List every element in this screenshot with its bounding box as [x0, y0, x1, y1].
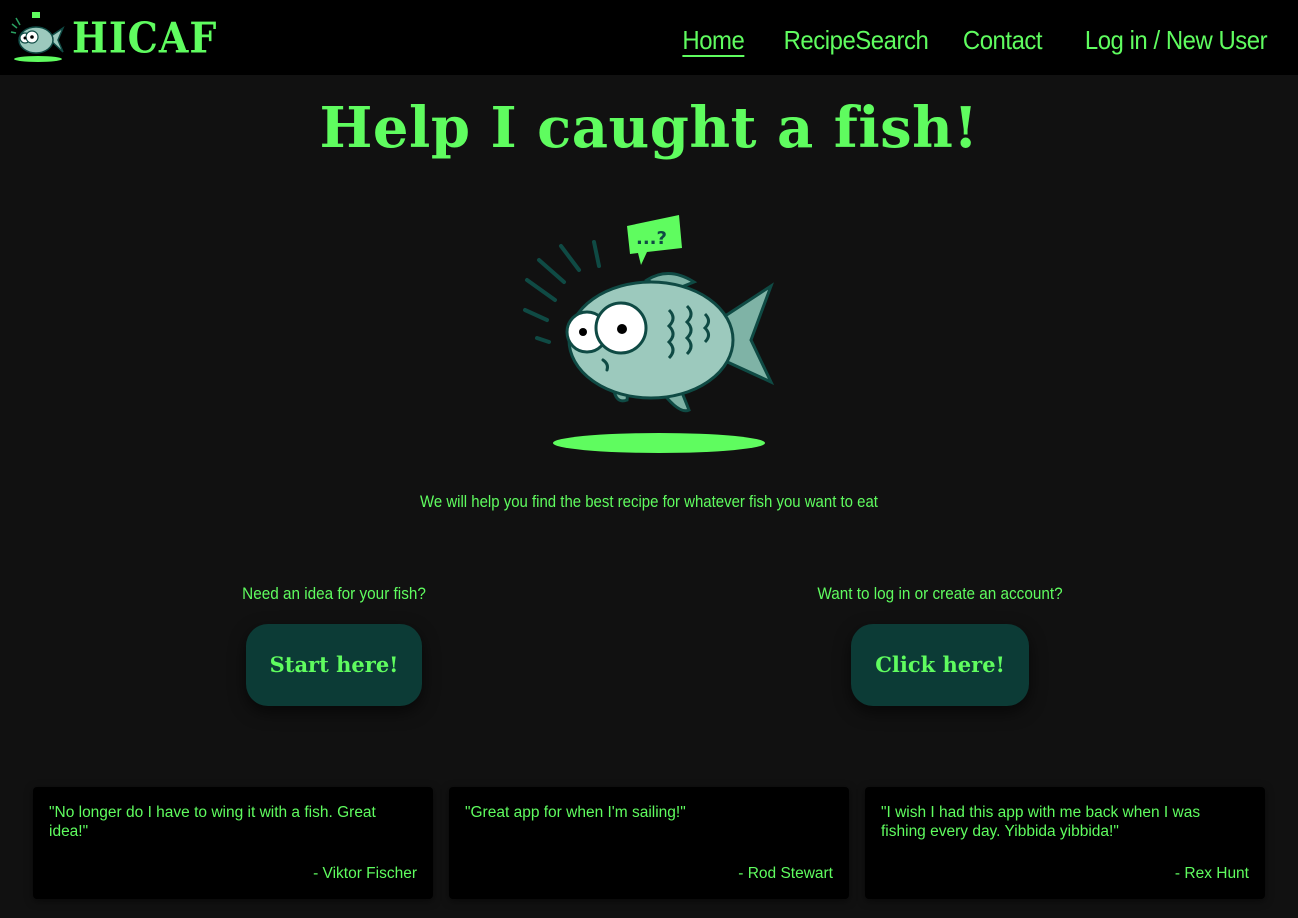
nav-link-home[interactable]: Home: [682, 20, 744, 60]
testimonial-card: "I wish I had this app with me back when…: [865, 787, 1265, 899]
click-here-button[interactable]: Click here!: [851, 624, 1029, 706]
cta-login-section: Want to log in or create an account? Cli…: [740, 582, 1140, 706]
speech-bubble-text: ...?: [636, 228, 667, 249]
nav-links: Home RecipeSearch Contact Log in / New U…: [677, 20, 1267, 60]
brand-name: HICAF: [72, 12, 218, 62]
testimonial-quote: "Great app for when I'm sailing!": [465, 804, 686, 821]
testimonial-card: "No longer do I have to wing it with a f…: [33, 787, 433, 899]
brand-home-link[interactable]: HICAF: [8, 8, 217, 66]
hero-title: Help I caught a fish!: [319, 95, 979, 161]
fish-icon: [10, 12, 65, 62]
surprised-fish-icon: ...?: [523, 215, 775, 453]
tagline: We will help you find the best recipe fo…: [420, 492, 878, 511]
cta-recipe-section: Need an idea for your fish? Start here!: [134, 582, 534, 706]
nav-link-recipe-search[interactable]: RecipeSearch: [784, 20, 929, 60]
testimonial-quote: "I wish I had this app with me back when…: [881, 804, 1201, 840]
cta-login-prompt: Want to log in or create an account?: [817, 584, 1063, 603]
testimonial-quote: "No longer do I have to wing it with a f…: [49, 804, 376, 840]
testimonial-card: "Great app for when I'm sailing!" - Rod …: [449, 787, 849, 899]
testimonials: "No longer do I have to wing it with a f…: [33, 787, 1265, 899]
navbar: HICAF Home RecipeSearch Contact Log in /…: [0, 0, 1298, 75]
cta-recipe-prompt: Need an idea for your fish?: [242, 584, 426, 603]
testimonial-author: - Rod Stewart: [738, 865, 833, 882]
testimonial-author: - Rex Hunt: [1174, 865, 1249, 882]
nav-link-login[interactable]: Log in / New User: [1085, 20, 1268, 60]
nav-link-contact[interactable]: Contact: [963, 20, 1043, 60]
testimonial-author: - Viktor Fischer: [313, 865, 417, 882]
start-here-button[interactable]: Start here!: [245, 624, 423, 706]
